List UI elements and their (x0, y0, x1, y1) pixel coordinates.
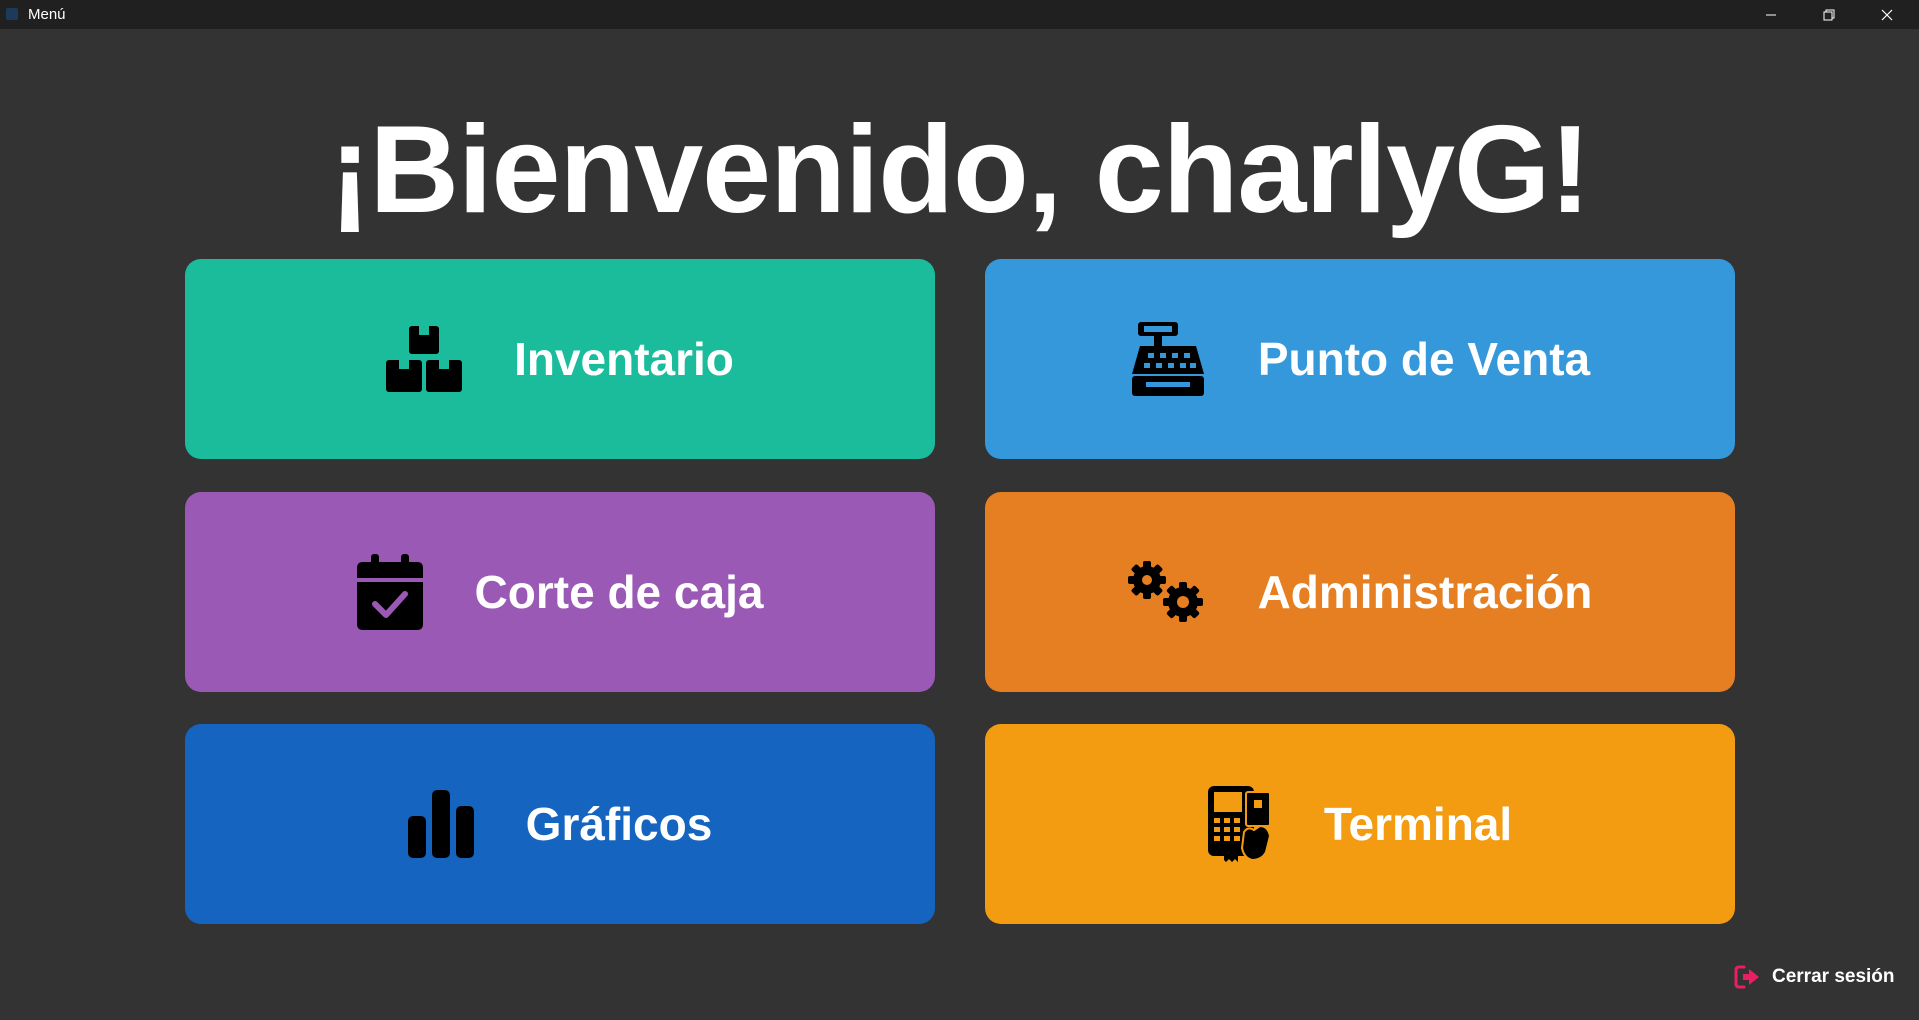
boxes-icon (386, 326, 463, 392)
minimize-icon (1766, 14, 1776, 15)
corte-de-caja-button[interactable]: Corte de caja (185, 492, 935, 692)
close-button[interactable] (1858, 0, 1916, 29)
sign-out-icon (1734, 965, 1760, 989)
administracion-label: Administración (1257, 566, 1593, 618)
administracion-button[interactable]: Administración (985, 492, 1735, 692)
punto-de-venta-label: Punto de Venta (1257, 333, 1591, 385)
corte-de-caja-label: Corte de caja (474, 566, 764, 618)
restore-icon (1823, 9, 1835, 20)
terminal-button[interactable]: Terminal (985, 724, 1735, 924)
minimize-button[interactable] (1742, 0, 1800, 29)
logout-label: Cerrar sesión (1772, 966, 1895, 987)
gears-icon (1127, 561, 1206, 623)
logout-button[interactable]: Cerrar sesión (1734, 962, 1895, 992)
restore-button[interactable] (1800, 0, 1858, 29)
window-title: Menú (28, 6, 66, 23)
window-titlebar: Menú (0, 0, 1919, 29)
close-icon (1881, 9, 1893, 20)
welcome-heading: ¡Bienvenido, charlyG! (329, 101, 1591, 239)
inventario-button[interactable]: Inventario (185, 259, 935, 459)
app-icon (6, 8, 18, 20)
punto-de-venta-button[interactable]: Punto de Venta (985, 259, 1735, 459)
cash-register-icon (1130, 322, 1206, 396)
payment-terminal-icon (1207, 786, 1272, 862)
calendar-check-icon (356, 554, 423, 630)
graficos-label: Gráficos (525, 798, 713, 850)
graficos-button[interactable]: Gráficos (185, 724, 935, 924)
bar-chart-icon (407, 790, 474, 858)
terminal-label: Terminal (1323, 798, 1513, 850)
inventario-label: Inventario (514, 333, 734, 385)
